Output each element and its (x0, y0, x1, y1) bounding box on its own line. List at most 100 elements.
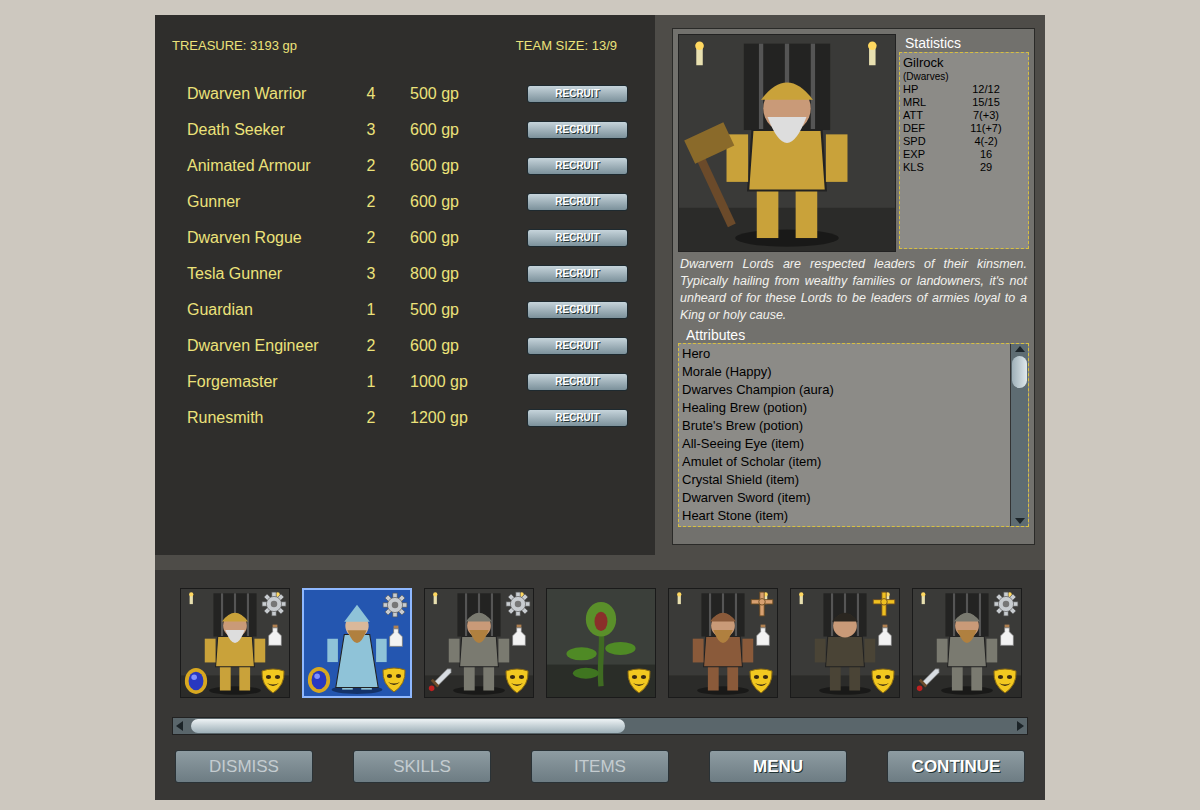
mask-icon (869, 667, 897, 695)
recruit-list: Dwarven Warrior4500 gpRECRUITDeath Seeke… (155, 76, 655, 436)
recruit-count: 2 (357, 154, 385, 178)
sword-icon (427, 667, 453, 693)
gear-badge (261, 591, 287, 617)
recruit-button[interactable]: RECRUIT (527, 121, 628, 139)
team-member[interactable] (668, 588, 778, 698)
team-member[interactable] (180, 588, 290, 698)
unit-top: StatisticsGilrock(Dwarves)HP12/12MRL15/1… (678, 34, 1029, 252)
recruit-price: 1000 gp (410, 370, 502, 394)
recruit-price: 600 gp (410, 118, 502, 142)
stat-label: MRL (903, 96, 947, 109)
recruit-count: 2 (357, 334, 385, 358)
potion-icon (267, 623, 283, 647)
unit-name: Gilrock (903, 55, 1025, 71)
scroll-up-icon[interactable] (1015, 346, 1025, 352)
recruit-button[interactable]: RECRUIT (527, 265, 628, 283)
team-scroll-track (183, 718, 1017, 734)
goldcross-badge (871, 591, 897, 617)
scroll-down-icon[interactable] (1015, 518, 1025, 524)
recruit-price: 800 gp (410, 262, 502, 286)
recruit-button[interactable]: RECRUIT (527, 409, 628, 427)
recruit-button[interactable]: RECRUIT (527, 301, 628, 319)
recruit-row: Death Seeker3 600 gp RECRUIT (155, 112, 655, 148)
amulet-icon (306, 664, 332, 694)
team-portraits (155, 570, 1045, 698)
recruit-name: Death Seeker (187, 118, 357, 142)
team-scrollbar[interactable] (172, 717, 1028, 735)
stat-label: SPD (903, 135, 947, 148)
recruit-name: Dwarven Warrior (187, 82, 357, 106)
team-member[interactable] (424, 588, 534, 698)
gear-icon (505, 591, 531, 617)
recruit-button[interactable]: RECRUIT (527, 85, 628, 103)
recruit-count: 1 (357, 370, 385, 394)
mask-icon (747, 667, 775, 695)
potion-icon (511, 623, 527, 647)
unit-panel: StatisticsGilrock(Dwarves)HP12/12MRL15/1… (672, 28, 1035, 545)
recruit-name: Tesla Gunner (187, 262, 357, 286)
recruit-count: 3 (357, 118, 385, 142)
team-member[interactable] (302, 588, 412, 698)
recruit-price: 500 gp (410, 82, 502, 106)
stat-label: HP (903, 83, 947, 96)
recruit-row: Gunner2600 gpRECRUIT (155, 184, 655, 220)
stat-row: HP12/12 (903, 83, 1025, 96)
action-button[interactable]: DISMISS (175, 750, 313, 783)
sword-icon (915, 667, 941, 693)
gear-badge (505, 591, 531, 617)
recruit-button[interactable]: RECRUIT (527, 337, 628, 355)
gear-badge (993, 591, 1019, 617)
recruit-panel: TREASURE: 3193 gp TEAM SIZE: 13/9 Dwarven … (155, 15, 655, 555)
action-button[interactable]: CONTINUE (887, 750, 1025, 783)
potion-icon (388, 624, 404, 648)
recruit-button[interactable]: RECRUIT (527, 229, 628, 247)
team-member[interactable] (546, 588, 656, 698)
recruit-row: Animated Armour2600 gpRECRUIT (155, 148, 655, 184)
attribute-item: Morale (Happy) (682, 363, 1010, 381)
attributes-scroll-track (1011, 352, 1028, 518)
recruit-name: Guardian (187, 298, 357, 322)
recruit-price: 600 gp (410, 226, 502, 250)
potion-icon (999, 623, 1015, 647)
recruit-row: Runesmith21200 gpRECRUIT (155, 400, 655, 436)
team-scroll-thumb[interactable] (191, 719, 625, 733)
team-member[interactable] (912, 588, 1022, 698)
action-button[interactable]: MENU (709, 750, 847, 783)
recruit-count: 2 (357, 226, 385, 250)
top-section: TREASURE: 3193 gp TEAM SIZE: 13/9 Dwarven … (155, 15, 1045, 555)
stat-value: 7(+3) (947, 109, 1025, 122)
recruit-button[interactable]: RECRUIT (527, 193, 628, 211)
action-button[interactable]: SKILLS (353, 750, 491, 783)
recruit-row: Dwarven Warrior4500 gpRECRUIT (155, 76, 655, 112)
attribute-item: Hero (682, 345, 1010, 363)
team-size-label: TEAM SIZE: 13/9 (516, 36, 617, 56)
recruit-row: Dwarven Engineer2600 gpRECRUIT (155, 328, 655, 364)
stat-row: DEF11(+7) (903, 122, 1025, 135)
unit-portrait (678, 34, 896, 252)
attribute-item: All-Seeing Eye (item) (682, 435, 1010, 453)
amulet-icon (183, 665, 209, 695)
attributes-scrollbar[interactable] (1010, 344, 1028, 526)
attribute-item: Dwarves Champion (aura) (682, 381, 1010, 399)
scroll-right-icon[interactable] (1017, 721, 1024, 731)
action-buttons: DISMISS SKILLS ITEMS MENU CONTINUE (155, 750, 1045, 783)
stat-value: 16 (947, 148, 1025, 161)
unit-faction: (Dwarves) (903, 71, 1025, 83)
stat-value: 29 (947, 161, 1025, 174)
treasure-label: TREASURE: 3193 gp (172, 36, 297, 56)
action-button[interactable]: ITEMS (531, 750, 669, 783)
stat-value: 15/15 (947, 96, 1025, 109)
attributes-list: HeroMorale (Happy)Dwarves Champion (aura… (679, 344, 1010, 526)
recruit-button[interactable]: RECRUIT (527, 157, 628, 175)
attribute-item: Brute's Brew (potion) (682, 417, 1010, 435)
attributes-scroll-thumb[interactable] (1012, 356, 1027, 388)
recruit-price: 500 gp (410, 298, 502, 322)
scroll-left-icon[interactable] (176, 721, 183, 731)
recruit-button[interactable]: RECRUIT (527, 373, 628, 391)
main-frame: TREASURE: 3193 gp TEAM SIZE: 13/9 Dwarven … (155, 15, 1045, 800)
recruit-name: Runesmith (187, 406, 357, 430)
mask-icon (259, 667, 287, 695)
stat-value: 11(+7) (947, 122, 1025, 135)
attribute-item: Healing Brew (potion) (682, 399, 1010, 417)
team-member[interactable] (790, 588, 900, 698)
